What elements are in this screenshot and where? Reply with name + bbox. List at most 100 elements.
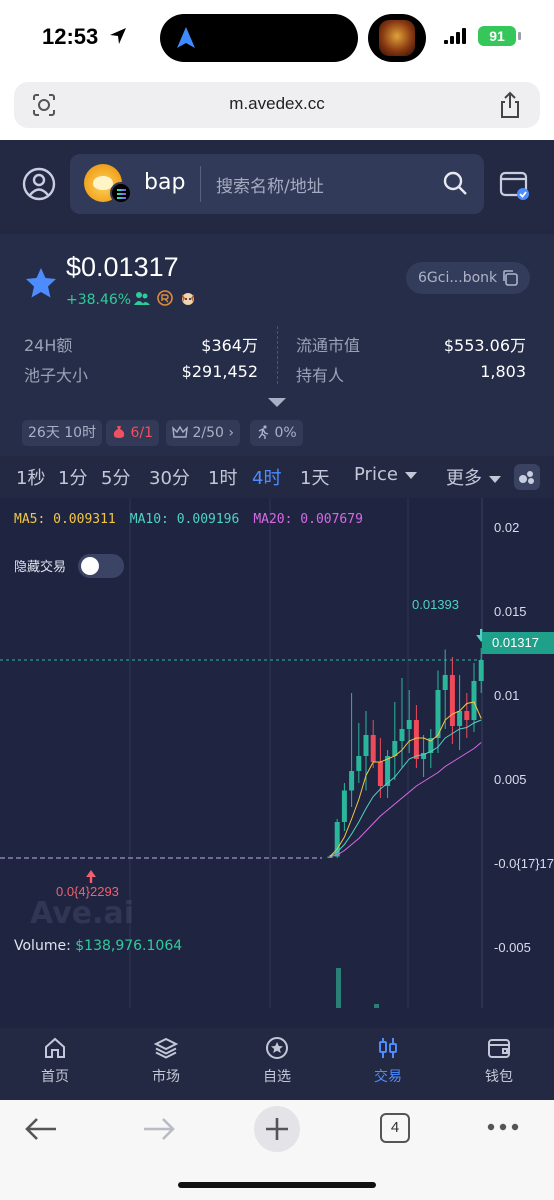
nav-trade[interactable]: 交易 <box>333 1028 443 1100</box>
tab-timeframe-1s[interactable]: 1秒 <box>16 464 45 490</box>
current-price-tag: 0.01317 <box>482 632 554 654</box>
y-tick: -0.0{17}17 <box>494 856 554 871</box>
candle <box>449 675 455 726</box>
stat-label-pool-size: 池子大小 <box>24 366 89 385</box>
back-icon[interactable] <box>24 1116 58 1142</box>
new-tab-button[interactable] <box>254 1106 300 1152</box>
nav-market[interactable]: 市场 <box>111 1028 221 1100</box>
candle <box>442 675 448 690</box>
share-icon[interactable] <box>498 91 522 119</box>
stat-label-market-cap: 流通市值 <box>296 336 361 355</box>
token-symbol: bap <box>144 170 186 195</box>
candle <box>399 729 405 741</box>
price-chart[interactable]: MA5: 0.009311 MA10: 0.009196 MA20: 0.00767… <box>0 498 554 1028</box>
low-marker-arrow-icon <box>86 870 96 883</box>
copy-icon[interactable] <box>501 269 519 287</box>
stat-value-holders: 1,803 <box>480 362 526 381</box>
tag-token-age: 26天 10时 <box>22 420 103 446</box>
tag-top-holders[interactable]: 2/50 › <box>166 420 240 446</box>
search-icon[interactable] <box>442 170 468 196</box>
contract-address: 6Gci...bonk <box>418 270 498 286</box>
candle <box>392 741 398 756</box>
stat-value-pool-size: $291,452 <box>181 362 258 381</box>
nav-watchlist[interactable]: 自选 <box>222 1028 332 1100</box>
chart-settings-icon[interactable] <box>514 464 540 490</box>
layers-icon <box>154 1037 178 1059</box>
candle <box>363 735 369 756</box>
candle <box>478 660 484 681</box>
tag-risk[interactable]: 6/1 <box>106 420 159 446</box>
cellular-signal-icon <box>444 28 466 44</box>
chevron-down-icon <box>404 471 417 479</box>
volume-readout: Volume: $138,976.1064 <box>14 938 183 954</box>
expand-details-icon[interactable] <box>268 398 286 407</box>
tab-timeframe-4h[interactable]: 4时 <box>252 464 281 490</box>
forward-icon[interactable] <box>142 1116 176 1142</box>
tab-timeframe-1d[interactable]: 1天 <box>300 464 329 490</box>
candle <box>356 756 362 771</box>
nav-wallet[interactable]: 钱包 <box>444 1028 554 1100</box>
hide-trades-toggle[interactable] <box>78 554 124 578</box>
user-profile-icon[interactable] <box>22 167 56 201</box>
chevron-down-icon <box>489 475 501 483</box>
favorite-star-icon[interactable] <box>24 266 58 300</box>
search-input[interactable]: 搜索名称/地址 <box>216 172 324 197</box>
y-tick: 0.02 <box>494 520 520 535</box>
bottom-nav: 首页 市场 自选 交易 钱包 <box>0 1028 554 1100</box>
candle <box>471 681 477 720</box>
ma10-value: MA10: 0.009196 <box>129 512 240 527</box>
plus-icon <box>266 1118 288 1140</box>
tab-timeframe-1h[interactable]: 1时 <box>208 464 237 490</box>
ma20-line <box>329 742 482 857</box>
tag-tax: 0% <box>250 420 303 446</box>
tabs-button[interactable]: 4 <box>380 1113 410 1143</box>
candle <box>464 711 470 720</box>
token-info-panel: $0.01317 +38.46% 6Gci...bonk 24H额 $364万 … <box>0 234 554 456</box>
home-icon <box>45 1037 65 1058</box>
hide-trades-label: 隐藏交易 <box>14 560 67 575</box>
dog-avatar-icon <box>182 293 194 305</box>
status-time: 12:53 <box>42 24 99 49</box>
more-options-icon[interactable] <box>486 1122 520 1132</box>
status-bar: 12:53 91 <box>0 0 554 76</box>
home-indicator <box>178 1182 376 1188</box>
timeframe-bar: 1秒 1分 5分 30分 1时 4时 1天 Price 更多 <box>0 456 554 498</box>
crown-icon <box>172 425 188 438</box>
volume-bar <box>374 1004 379 1008</box>
wallet-connect-icon[interactable] <box>498 168 532 202</box>
holders-icon <box>134 292 150 305</box>
price-type-select[interactable]: Price <box>354 464 417 485</box>
candle <box>327 856 333 858</box>
browser-toolbar: 4 <box>0 1100 554 1200</box>
more-menu[interactable]: 更多 <box>446 464 501 490</box>
volume-value: $138,976.1064 <box>75 938 183 954</box>
location-arrow-icon <box>110 28 126 44</box>
running-man-icon <box>258 425 269 439</box>
tab-timeframe-5m[interactable]: 5分 <box>101 464 130 490</box>
contract-address-pill[interactable]: 6Gci...bonk <box>406 262 530 294</box>
stat-label-holders: 持有人 <box>296 366 345 385</box>
tab-timeframe-1m[interactable]: 1分 <box>58 464 87 490</box>
y-tick: 0.01 <box>494 688 520 703</box>
address-bar[interactable]: m.avedex.cc <box>14 82 540 128</box>
stat-value-market-cap: $553.06万 <box>443 336 526 355</box>
tab-timeframe-30m[interactable]: 30分 <box>149 464 190 490</box>
candle <box>370 735 376 762</box>
y-tick: -0.005 <box>494 940 531 955</box>
candle <box>341 790 347 822</box>
search-box[interactable]: bap 搜索名称/地址 <box>70 154 484 214</box>
wallet-icon <box>488 1039 510 1058</box>
ma5-value: MA5: 0.009311 <box>14 512 116 527</box>
live-activity-icon <box>368 14 426 62</box>
y-tick: 0.015 <box>494 604 527 619</box>
ma-legend: MA5: 0.009311 MA10: 0.009196 MA20: 0.00767… <box>14 512 363 527</box>
y-tick: 0.005 <box>494 772 527 787</box>
money-bag-icon <box>113 426 125 438</box>
nav-home[interactable]: 首页 <box>0 1028 110 1100</box>
ma20-value: MA20: 0.007679 <box>253 512 363 527</box>
app-header: bap 搜索名称/地址 <box>0 140 554 230</box>
solana-chain-icon <box>110 182 132 204</box>
token-price: $0.01317 <box>66 252 179 282</box>
candle <box>349 771 355 791</box>
stat-label-volume: 24H额 <box>24 336 73 355</box>
